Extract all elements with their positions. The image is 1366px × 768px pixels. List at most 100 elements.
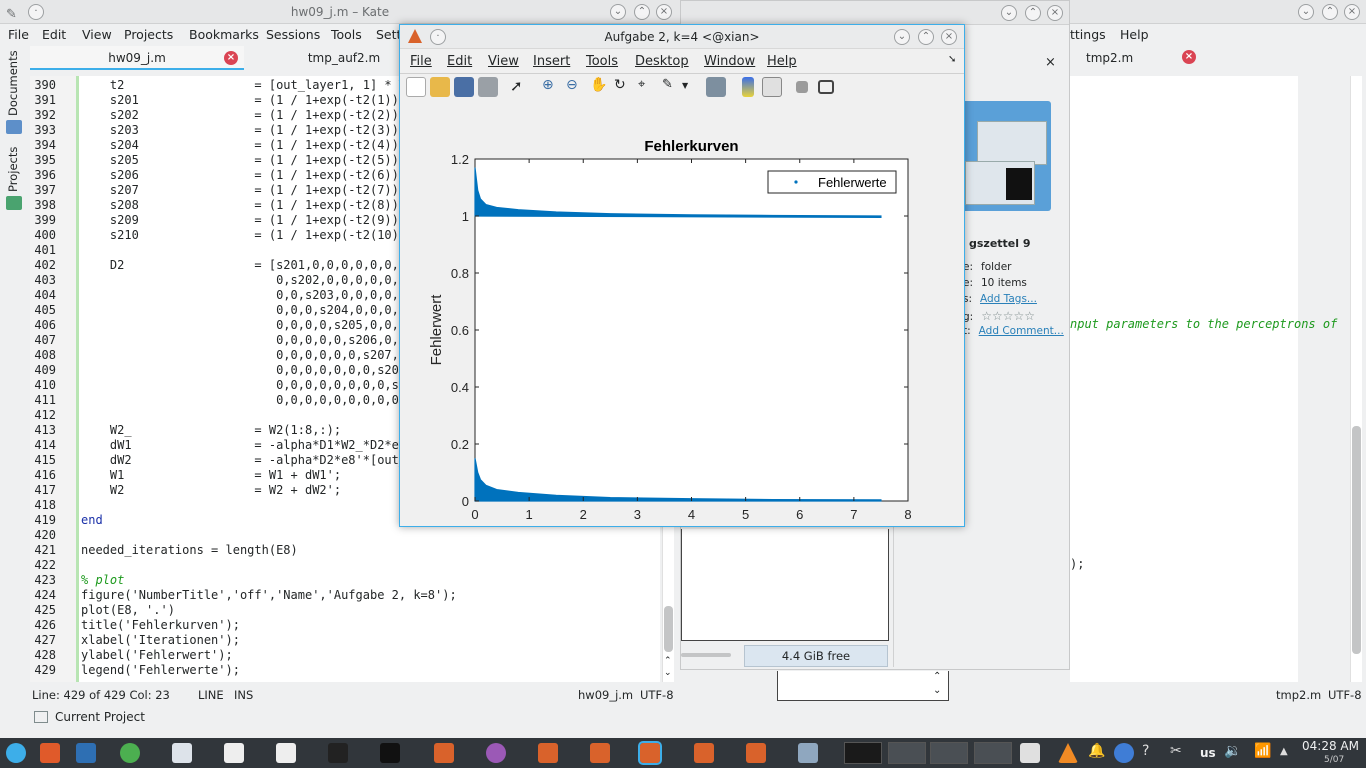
scrollbar-thumb[interactable]	[1352, 426, 1361, 654]
status-filename[interactable]: tmp2.m	[1276, 688, 1321, 702]
minimize-button[interactable]: ⌄	[894, 29, 910, 45]
volume-icon[interactable]: 🔉	[1224, 743, 1244, 763]
calculator-icon[interactable]	[172, 743, 192, 763]
clock-time[interactable]: 04:28 AM	[1302, 739, 1359, 753]
minimize-button[interactable]: ⌄	[610, 4, 626, 20]
dolphin-task-icon[interactable]	[798, 743, 818, 763]
status-encoding[interactable]: UTF-8	[640, 688, 674, 702]
minimize-button[interactable]: ⌄	[1298, 4, 1314, 20]
info-link[interactable]: Add Comment...	[979, 325, 1064, 337]
close-button[interactable]: ×	[941, 29, 957, 45]
kate2-editor[interactable]: nput parameters to the perceptrons of );	[1070, 76, 1337, 682]
rating-star-icon[interactable]: ☆	[992, 309, 1003, 323]
menu-sessions[interactable]: Sessions	[266, 27, 320, 42]
menu-tools[interactable]: Tools	[331, 27, 362, 42]
matlab-figure-task-2-icon[interactable]	[590, 743, 610, 763]
tray-expand-icon[interactable]: ▲	[1280, 743, 1300, 763]
fig-menu-edit[interactable]: Edit	[447, 54, 472, 69]
konsole-task-2-icon[interactable]	[380, 743, 400, 763]
desktop-pager-4[interactable]	[974, 742, 1012, 764]
free-space-indicator[interactable]: 4.4 GiB free	[744, 645, 888, 667]
vlc-icon[interactable]	[1058, 743, 1078, 763]
close-button[interactable]: ×	[1047, 5, 1063, 21]
rating-star-icon[interactable]: ☆	[1014, 309, 1025, 323]
save-icon[interactable]	[454, 77, 474, 97]
chrome-icon[interactable]	[120, 743, 140, 763]
kate2-scrollbar[interactable]	[1350, 76, 1362, 682]
show-plot-tools-icon[interactable]	[818, 80, 834, 94]
dolphin-titlebar[interactable]: ⌄ ⌃ ×	[681, 1, 1069, 25]
clipboard-icon[interactable]	[1020, 743, 1040, 763]
rating-star-icon[interactable]: ☆	[1003, 309, 1014, 323]
scissors-icon[interactable]: ✂	[1170, 743, 1190, 763]
matlab-figure-task-active-icon[interactable]	[638, 741, 662, 765]
axes-box[interactable]	[474, 158, 909, 502]
hide-plot-tools-icon[interactable]	[796, 81, 808, 93]
figure-titlebar[interactable]: Aufgabe 2, k=4 <@xian> · ⌄ ⌃ ×	[400, 25, 964, 49]
input-mode[interactable]: LINE	[198, 688, 224, 702]
open-file-icon[interactable]	[430, 77, 450, 97]
notifications-icon[interactable]: 🔔	[1088, 743, 1108, 763]
fig-menu-desktop[interactable]: Desktop	[635, 54, 689, 69]
plot-area[interactable]: 01234567800.20.40.60.811.2FehlerkurvenIt…	[402, 101, 962, 546]
close-button[interactable]: ×	[1344, 4, 1360, 20]
fig-menu-tools[interactable]: Tools	[586, 54, 618, 69]
zoom-out-icon[interactable]: ⊖	[566, 77, 586, 97]
app-launcher-icon[interactable]	[6, 743, 26, 763]
matlab-figure-task-4-icon[interactable]	[746, 743, 766, 763]
minimize-button[interactable]: ⌄	[1001, 5, 1017, 21]
menu-edit[interactable]: Edit	[42, 27, 66, 42]
scrollbar-thumb[interactable]	[664, 606, 673, 652]
fig-menu-window[interactable]: Window	[704, 54, 755, 69]
maximize-button[interactable]: ⌃	[1322, 4, 1338, 20]
pin-button[interactable]: ·	[28, 4, 44, 20]
wifi-icon[interactable]: 📶	[1254, 743, 1274, 763]
chart-svg[interactable]: 01234567800.20.40.60.811.2FehlerkurvenIt…	[402, 101, 962, 546]
current-project-tab[interactable]: Current Project	[55, 710, 145, 724]
scroll-up-icon[interactable]: ⌃	[664, 656, 672, 666]
info-icon[interactable]	[1114, 743, 1134, 763]
scroll-down-icon[interactable]: ⌄	[664, 668, 672, 678]
help-icon[interactable]: ?	[1142, 743, 1162, 763]
fig-menu-file[interactable]: File	[410, 54, 432, 69]
scroll-down-icon[interactable]: ⌄	[933, 685, 941, 696]
menu-help[interactable]: Help	[1120, 27, 1149, 42]
scroll-up-icon[interactable]: ⌃	[933, 671, 941, 682]
status-encoding[interactable]: UTF-8	[1328, 688, 1362, 702]
legend-icon[interactable]	[762, 77, 782, 97]
menu-projects[interactable]: Projects	[124, 27, 173, 42]
terminal-launcher-icon[interactable]	[76, 743, 96, 763]
data-cursor-icon[interactable]: ⌖	[638, 77, 658, 97]
maximize-button[interactable]: ⌃	[918, 29, 934, 45]
dock-arrow-icon[interactable]: ➘	[948, 54, 956, 65]
menu-bookmarks[interactable]: Bookmarks	[189, 27, 259, 42]
konsole-task-icon[interactable]	[328, 743, 348, 763]
maximize-button[interactable]: ⌃	[1025, 5, 1041, 21]
matlab-task-icon[interactable]	[434, 743, 454, 763]
insert-mode[interactable]: INS	[234, 688, 253, 702]
side-tab-documents[interactable]: Documents	[6, 50, 20, 116]
pin-button[interactable]: ·	[430, 29, 446, 45]
panel-close-icon[interactable]: ×	[1045, 55, 1056, 70]
menu-view[interactable]: View	[82, 27, 112, 42]
desktop-pager-2[interactable]	[888, 742, 926, 764]
maximize-button[interactable]: ⌃	[634, 4, 650, 20]
info-link[interactable]: Add Tags...	[980, 293, 1037, 305]
desktop-pager-1[interactable]	[844, 742, 882, 764]
fig-menu-insert[interactable]: Insert	[533, 54, 570, 69]
kate-launcher-icon[interactable]	[224, 743, 244, 763]
fig-menu-help[interactable]: Help	[767, 54, 797, 69]
tab-close-icon[interactable]: ×	[1182, 50, 1196, 64]
menu-settings[interactable]: ttings	[1070, 27, 1106, 42]
horizontal-scrollbar[interactable]	[681, 653, 731, 657]
tab-close-icon[interactable]: ×	[224, 51, 238, 65]
link-plot-icon[interactable]	[706, 77, 726, 97]
matlab-figure-task-3-icon[interactable]	[694, 743, 714, 763]
new-figure-icon[interactable]	[406, 77, 426, 97]
keyboard-layout[interactable]: us	[1200, 746, 1216, 760]
side-tab-projects[interactable]: Projects	[6, 147, 20, 192]
status-filename[interactable]: hw09_j.m	[578, 688, 633, 702]
cursor-position[interactable]: Line: 429 of 429 Col: 23	[32, 688, 170, 702]
rotate-icon[interactable]: ↻	[614, 77, 634, 97]
activities-icon[interactable]	[40, 743, 60, 763]
